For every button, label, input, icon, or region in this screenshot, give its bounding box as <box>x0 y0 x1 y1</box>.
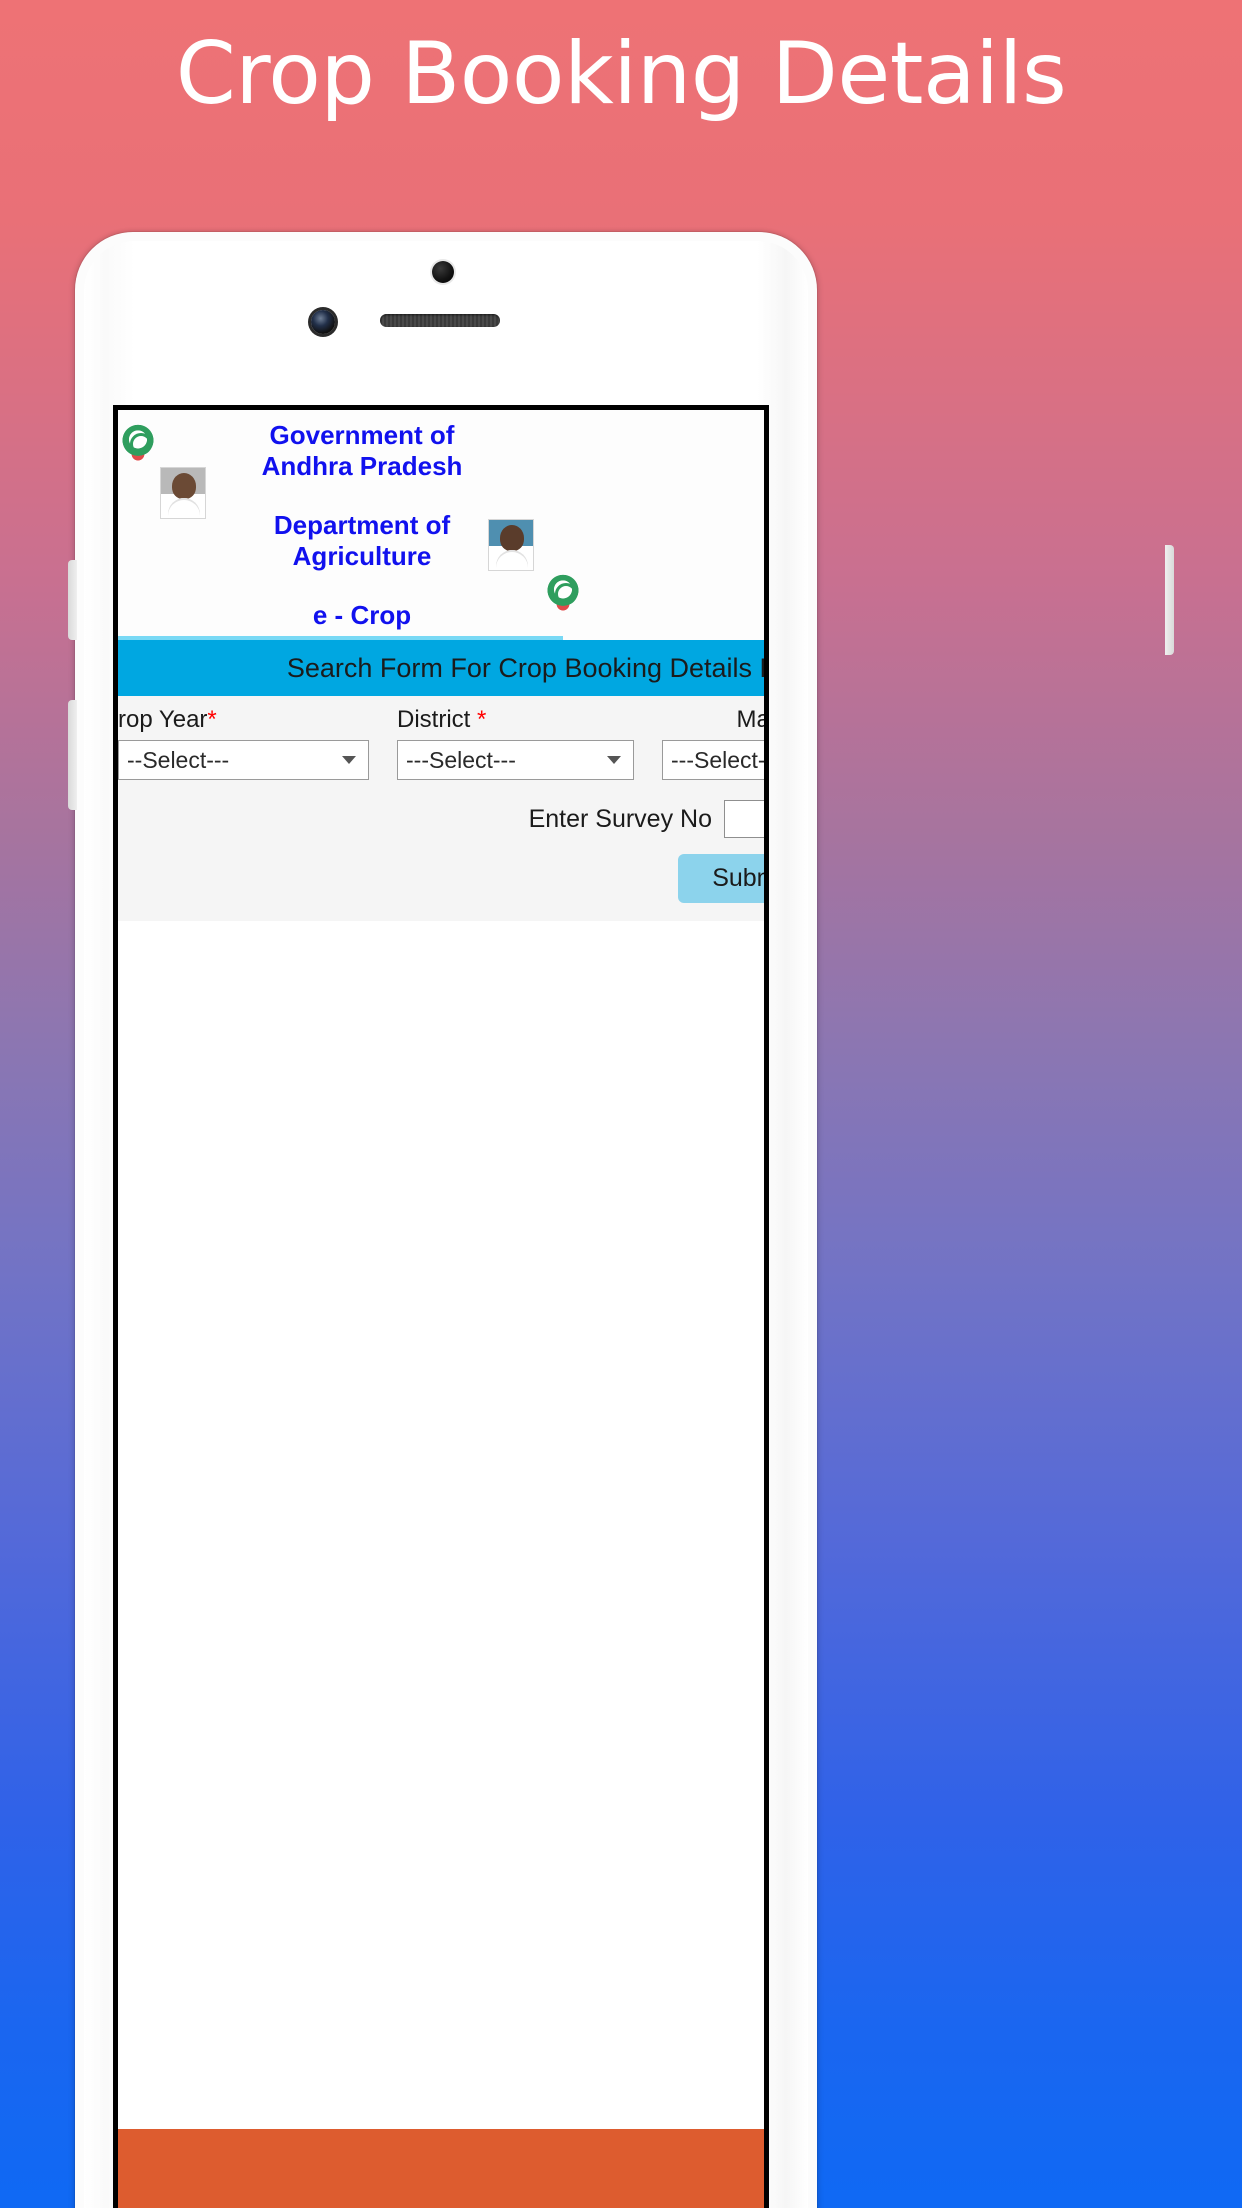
government-line-2: Andhra Pradesh <box>261 451 463 481</box>
page-title: Crop Booking Details <box>175 24 1067 124</box>
search-form-panel: rop Year* --Select--- District * ---Sele… <box>118 696 769 921</box>
department-line-1: Department of <box>273 510 451 540</box>
front-camera-icon <box>432 261 454 283</box>
crop-year-select-value: --Select--- <box>127 746 230 773</box>
chevron-down-icon <box>342 756 356 764</box>
webview-viewport: Government of Andhra Pradesh Department … <box>113 405 769 2208</box>
mandal-select[interactable]: ---Select--- <box>662 740 766 780</box>
phone-power-button <box>1165 545 1174 655</box>
submit-button[interactable]: Submit <box>678 854 764 903</box>
department-emblem-icon <box>543 571 583 617</box>
site-header: Government of Andhra Pradesh Department … <box>118 410 764 692</box>
district-label: District * <box>397 706 487 733</box>
mandal-select-value: ---Select--- <box>671 746 766 773</box>
earpiece-speaker <box>380 314 500 327</box>
minister-portrait-icon <box>488 519 534 571</box>
mandal-field-group: Mandal* ---Select--- <box>648 696 769 788</box>
sensor-icon <box>311 310 335 334</box>
phone-volume-down-button <box>68 700 77 810</box>
phone-volume-up-button <box>68 560 77 640</box>
results-area <box>118 921 764 2129</box>
submit-row: Submit <box>118 844 764 921</box>
crop-year-field-group: rop Year* --Select--- <box>118 696 383 788</box>
ecrop-line-1: e - Crop <box>312 600 412 630</box>
government-line-1: Government of <box>269 420 455 450</box>
department-line-2: Agriculture <box>292 541 432 571</box>
chevron-down-icon <box>607 756 621 764</box>
app-screenshot: Crop Booking Details Government of Andhr… <box>0 0 1242 2208</box>
page-footer-bar <box>118 2129 764 2208</box>
district-field-group: District * ---Select--- <box>383 696 648 788</box>
crop-year-required-mark: * <box>207 706 217 733</box>
survey-no-row: Enter Survey No <box>118 788 764 844</box>
survey-no-label: Enter Survey No <box>528 804 712 833</box>
mandal-label: Mandal* <box>736 706 769 733</box>
survey-no-input[interactable] <box>724 800 764 838</box>
chief-minister-portrait-icon <box>160 467 206 519</box>
crop-year-select[interactable]: --Select--- <box>118 740 369 780</box>
district-required-mark: * <box>477 706 487 733</box>
form-selects-row: rop Year* --Select--- District * ---Sele… <box>118 696 769 788</box>
district-select-value: ---Select--- <box>406 746 516 773</box>
district-select[interactable]: ---Select--- <box>397 740 634 780</box>
crop-year-label: rop Year* <box>118 706 217 733</box>
ap-state-emblem-icon <box>118 421 158 467</box>
search-form-banner: Search Form For Crop Booking Details By … <box>118 640 764 696</box>
